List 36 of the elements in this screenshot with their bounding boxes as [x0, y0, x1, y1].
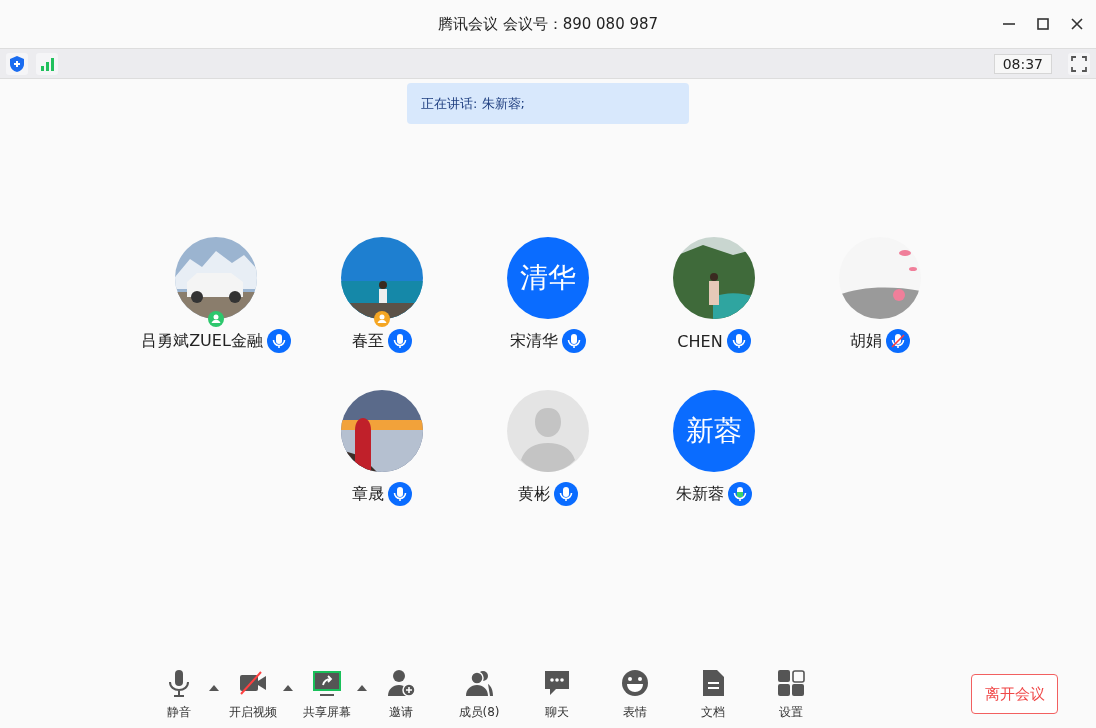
- doc-button[interactable]: 文档: [680, 668, 746, 721]
- members-button[interactable]: 成员(8): [446, 668, 512, 721]
- add-person-icon: [386, 668, 416, 698]
- participant-name: CHEN: [677, 331, 723, 351]
- screen-icon: [312, 668, 342, 698]
- mic-button[interactable]: 静音: [146, 668, 212, 721]
- initials-avatar[interactable]: 新蓉: [673, 390, 755, 472]
- speaking-banner: 正在讲话: 朱新蓉;: [407, 83, 689, 124]
- leave-meeting-button[interactable]: 离开会议: [971, 674, 1058, 714]
- caret-icon[interactable]: [208, 684, 220, 692]
- caret-icon[interactable]: [356, 684, 368, 692]
- video-button[interactable]: 开启视频: [220, 668, 286, 721]
- participant-name: 胡娟: [850, 330, 882, 352]
- window-title: 腾讯会议 会议号：890 080 987: [437, 14, 659, 34]
- settings-button[interactable]: 设置: [758, 668, 824, 721]
- maximize-icon[interactable]: [1036, 17, 1050, 31]
- smiley-icon: [620, 668, 650, 698]
- chat-icon: [542, 668, 572, 698]
- meeting-timer: 08:37: [993, 53, 1052, 74]
- people-icon: [464, 668, 494, 698]
- grid-icon: [776, 668, 806, 698]
- participant-name: 宋清华: [510, 330, 558, 352]
- participant-name: 吕勇斌ZUEL金融: [141, 330, 263, 352]
- caret-icon[interactable]: [282, 684, 294, 692]
- invite-button[interactable]: 邀请: [368, 668, 434, 721]
- shield-icon[interactable]: [6, 52, 28, 75]
- participant-name: 春至: [352, 330, 384, 352]
- emoji-button[interactable]: 表情: [602, 668, 668, 721]
- participant-name: 黄彬: [518, 483, 550, 505]
- chat-button[interactable]: 聊天: [524, 668, 590, 721]
- participant-name: 朱新蓉: [676, 483, 724, 505]
- initials-avatar[interactable]: 清华: [507, 237, 589, 319]
- participant-name: 章晟: [352, 483, 384, 505]
- close-icon[interactable]: [1070, 17, 1084, 31]
- share-button[interactable]: 共享屏幕: [294, 668, 360, 721]
- fullscreen-icon[interactable]: [1068, 52, 1090, 75]
